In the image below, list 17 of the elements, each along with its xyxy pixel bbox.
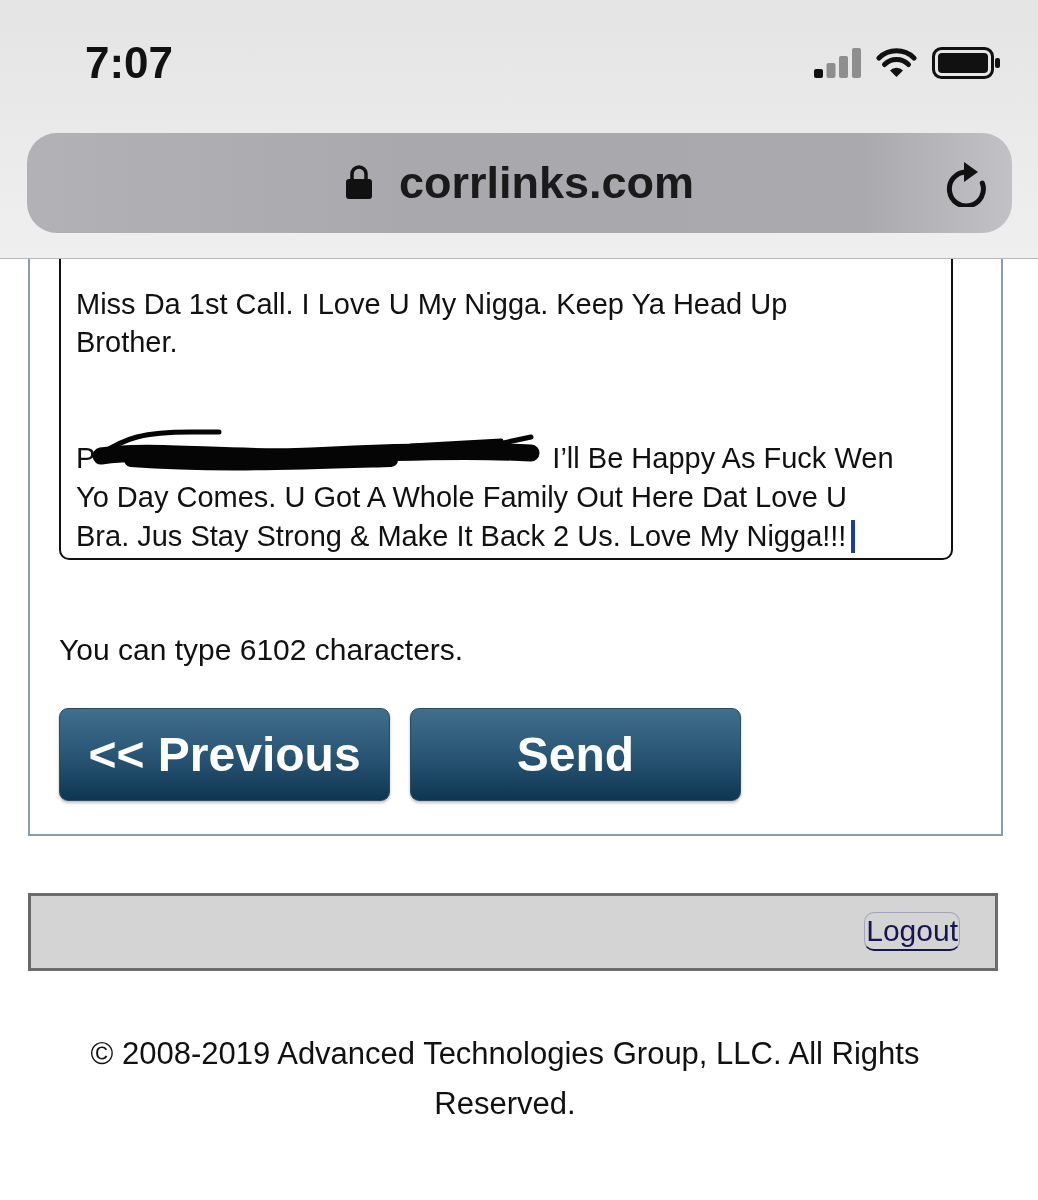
- message-text-fragment: P: [76, 441, 96, 477]
- logout-link[interactable]: Logout: [864, 912, 960, 951]
- signal-icon: [814, 48, 861, 78]
- battery-icon: [932, 47, 1000, 79]
- url-text: corrlinks.com: [398, 156, 695, 210]
- status-time: 7:07: [85, 38, 174, 88]
- message-text-fragment: I’ll Be Happy As Fuck Wen: [552, 441, 894, 477]
- message-text-line: Bra. Jus Stay Strong & Make It Back 2 Us. Love My Nigga!!!: [76, 518, 847, 554]
- message-text-line: Brother.: [76, 325, 178, 361]
- address-bar[interactable]: corrlinks.com: [27, 133, 1012, 233]
- previous-button[interactable]: << Previous: [59, 707, 390, 801]
- character-count-note: You can type 6102 characters.: [59, 631, 465, 668]
- wifi-icon: [876, 48, 917, 78]
- send-button[interactable]: Send: [410, 707, 741, 801]
- message-text-line: Miss Da 1st Call. I Love U My Nigga. Keep Ya Head Up: [76, 286, 788, 322]
- copyright-text: © 2008-2019 Advanced Technologies Group, LLC. All Rights Reserved.: [89, 1034, 921, 1123]
- message-text-line: Yo Day Comes. U Got A Whole Family Out Here Dat Love U: [76, 480, 847, 516]
